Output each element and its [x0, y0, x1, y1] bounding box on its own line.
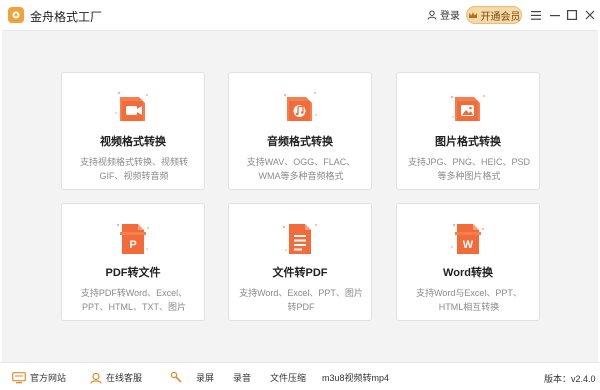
compress-label: 文件压缩: [270, 373, 307, 383]
support-link[interactable]: 在线客服: [90, 371, 142, 384]
card-description: 支持视频格式转换、视频转GIF、视频转音频: [79, 157, 188, 181]
card-description: 支持PDF转Word、Excel、PPT、HTML、TXT、图片: [80, 288, 188, 312]
card-title: 图片格式转换: [435, 136, 501, 148]
card-title: PDF转文件: [105, 267, 161, 279]
card-audio-convert[interactable]: 音频格式转换 支持WAV、OGG、FLAC、WMA等多种音频格式: [228, 72, 372, 190]
card-image-convert[interactable]: 图片格式转换 支持JPG、PNG、HEIC、PSD等多种图片格式: [396, 72, 540, 190]
card-word-convert[interactable]: W Word转换 支持Word与Excel、PPT、HTML相互转换: [396, 203, 540, 321]
crown-icon: [468, 12, 477, 18]
video-file-icon: [111, 87, 155, 127]
doc-file-icon: [278, 218, 322, 258]
audio-file-icon: [278, 87, 322, 127]
m3u8-convert-link[interactable]: m3u8视频转mp4: [322, 371, 389, 384]
login-label: 登录: [440, 11, 460, 22]
card-title: Word转换: [443, 267, 493, 279]
feature-grid: 视频格式转换 支持视频格式转换、视频转GIF、视频转音频 音频格式转换 支持WA…: [2, 30, 598, 362]
card-description: 支持JPG、PNG、HEIC、PSD等多种图片格式: [407, 157, 530, 181]
tools-link[interactable]: [170, 371, 182, 383]
version-label: 版本：v2.4.0: [544, 374, 596, 384]
card-title: 文件转PDF: [272, 267, 328, 279]
card-description: 支持WAV、OGG、FLAC、WMA等多种音频格式: [246, 157, 356, 181]
headset-icon: [90, 372, 102, 384]
record-screen-label: 录屏: [196, 373, 215, 383]
monitor-icon: [12, 371, 26, 383]
card-title: 音频格式转换: [267, 136, 333, 148]
app-title: 金舟格式工厂: [30, 10, 103, 24]
title-bar: 金舟格式工厂 登录 开通会员: [0, 0, 600, 30]
pdf-glyph: P: [129, 239, 136, 251]
word-file-icon: W: [446, 218, 490, 258]
minimize-icon[interactable]: [547, 7, 563, 23]
record-audio-label: 录音: [233, 373, 252, 383]
card-video-convert[interactable]: 视频格式转换 支持视频格式转换、视频转GIF、视频转音频: [61, 72, 205, 190]
tools-icon: [170, 371, 182, 383]
m3u8-convert-label: m3u8视频转mp4: [322, 373, 390, 383]
compress-link[interactable]: 文件压缩: [270, 371, 306, 384]
close-icon[interactable]: [582, 7, 598, 23]
vip-label: 开通会员: [480, 11, 521, 23]
pdf-file-icon: P: [111, 218, 155, 258]
card-pdf-to-file[interactable]: P PDF转文件 支持PDF转Word、Excel、PPT、HTML、TXT、图…: [61, 203, 205, 321]
maximize-icon[interactable]: [564, 7, 580, 23]
app-logo-icon: [8, 7, 24, 23]
word-glyph: W: [463, 239, 474, 251]
card-description: 支持Word、Excel、PPT、图片转PDF: [239, 288, 363, 312]
image-file-icon: [446, 87, 490, 127]
website-label: 官方网站: [30, 373, 67, 383]
support-label: 在线客服: [106, 373, 143, 383]
status-bar: 官方网站 在线客服 录屏 录音 文件压缩 m3u8视频转mp4 版本：v2.4.…: [0, 362, 600, 390]
login-button[interactable]: 登录: [427, 7, 460, 22]
record-audio-link[interactable]: 录音: [233, 371, 251, 384]
record-screen-link[interactable]: 录屏: [196, 371, 214, 384]
card-title: 视频格式转换: [100, 136, 166, 148]
card-description: 支持Word与Excel、PPT、HTML相互转换: [416, 288, 522, 312]
website-link[interactable]: 官方网站: [12, 371, 66, 384]
user-icon: [427, 10, 437, 20]
vip-button[interactable]: 开通会员: [466, 6, 522, 24]
menu-icon[interactable]: [528, 7, 544, 23]
card-file-to-pdf[interactable]: 文件转PDF 支持Word、Excel、PPT、图片转PDF: [228, 203, 372, 321]
